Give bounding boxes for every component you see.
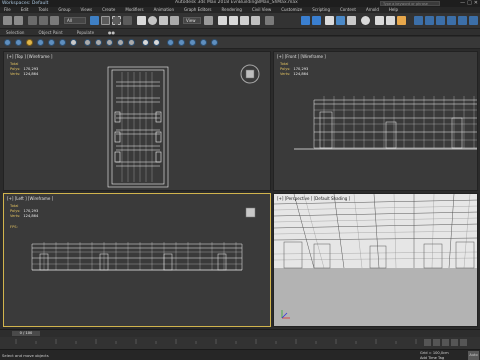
rect-select-icon[interactable] <box>112 16 121 25</box>
spinner-snap-icon[interactable] <box>251 16 260 25</box>
time-slider[interactable]: 0 / 100 <box>0 329 480 337</box>
redo-icon[interactable] <box>14 16 23 25</box>
material-editor-icon[interactable] <box>361 16 370 25</box>
create-cameras-icon[interactable] <box>37 39 44 46</box>
utilities-icon[interactable] <box>128 39 135 46</box>
percent-snap-icon[interactable] <box>240 16 249 25</box>
add-time-tag-button[interactable]: Add Time Tag <box>420 356 444 360</box>
prev-frame-icon[interactable] <box>433 339 440 346</box>
viewport-front[interactable]: [+] [Front ] [Wireframe ] Total Polys: 17… <box>273 51 478 191</box>
perspective-view-render <box>274 194 477 326</box>
ribbon-tabs: Selection Object Paint Populate ●● <box>0 29 480 36</box>
left-view-wireframe <box>31 207 256 271</box>
rendered-frame-icon[interactable] <box>386 16 395 25</box>
select-icon[interactable] <box>90 16 99 25</box>
move-icon[interactable] <box>137 16 146 25</box>
status-prompt: Select and move objects <box>2 353 49 358</box>
create-geometry-icon[interactable] <box>4 39 11 46</box>
goto-start-icon[interactable] <box>424 339 431 346</box>
rotate-icon[interactable] <box>148 16 157 25</box>
align-icon[interactable] <box>312 16 321 25</box>
viewport-left[interactable]: [+] [Left ] [Wireframe ] Total Polys: 170… <box>3 193 271 327</box>
scale-icon[interactable] <box>159 16 168 25</box>
environment-icon[interactable] <box>189 39 196 46</box>
front-view-wireframe <box>294 96 477 150</box>
search-input[interactable]: Type a keyword or phrase <box>380 1 440 6</box>
curve-editor-icon[interactable] <box>336 16 345 25</box>
viewport-config-icon[interactable] <box>142 39 149 46</box>
hierarchy-icon[interactable] <box>95 39 102 46</box>
motion-icon[interactable] <box>106 39 113 46</box>
viewport-perspective[interactable]: [+] [Perspective ] [Default Shading ] <box>273 193 478 327</box>
render-online-icon[interactable] <box>425 16 434 25</box>
goto-end-icon[interactable] <box>460 339 467 346</box>
reference-coordinate-dropdown[interactable]: View <box>183 17 201 24</box>
placement-icon[interactable] <box>170 16 179 25</box>
auto-key-button[interactable]: Auto <box>468 351 479 360</box>
viewport-top[interactable]: [+] [Top ] [Wireframe ] Total Polys: 170,… <box>3 51 271 191</box>
scene-explorer-icon[interactable] <box>458 16 467 25</box>
render-production-icon[interactable] <box>414 16 423 25</box>
create-helpers-icon[interactable] <box>48 39 55 46</box>
arnold-icon[interactable] <box>447 16 456 25</box>
tab-object-paint[interactable]: Object Paint <box>32 29 70 35</box>
angle-snap-icon[interactable] <box>229 16 238 25</box>
create-spacewarps-icon[interactable] <box>59 39 66 46</box>
window-crossing-icon[interactable] <box>123 16 132 25</box>
play-icon[interactable] <box>442 339 449 346</box>
effects-icon[interactable] <box>200 39 207 46</box>
light-lister-icon[interactable] <box>178 39 185 46</box>
selection-filter-dropdown[interactable]: All <box>64 17 86 24</box>
modify-icon[interactable] <box>84 39 91 46</box>
status-bar: Select and move objects Grid = 100,0cm A… <box>0 349 480 360</box>
render-setup-icon[interactable] <box>375 16 384 25</box>
minimize-button[interactable]: — <box>460 0 465 6</box>
workspace-selector[interactable]: Workspaces: Default <box>2 1 48 6</box>
globe-icon[interactable] <box>167 39 174 46</box>
mirror-icon[interactable] <box>301 16 310 25</box>
named-sets-icon[interactable] <box>265 16 274 25</box>
layer-icon[interactable] <box>325 16 334 25</box>
viewport-label[interactable]: [+] [Perspective ] [Default Shading ] <box>277 196 350 201</box>
close-button[interactable]: ✕ <box>474 0 478 6</box>
trackbar-ticks <box>15 339 417 344</box>
viewcube-icon[interactable] <box>245 207 256 218</box>
tab-selection[interactable]: Selection <box>0 29 32 35</box>
next-frame-icon[interactable] <box>451 339 458 346</box>
link-icon[interactable] <box>28 16 37 25</box>
display-icon[interactable] <box>117 39 124 46</box>
time-slider-frame[interactable]: 0 / 100 <box>12 331 40 336</box>
viewcube-icon[interactable] <box>240 64 260 84</box>
command-icon-strip <box>0 37 480 49</box>
main-toolbar: All View <box>0 13 480 29</box>
grid-size-readout: Grid = 100,0cm <box>420 351 449 355</box>
select-by-name-icon[interactable] <box>101 16 110 25</box>
track-bar[interactable] <box>0 337 480 349</box>
ribbon-options[interactable]: ●● <box>102 29 123 35</box>
create-lights-icon[interactable] <box>26 39 33 46</box>
tab-populate[interactable]: Populate <box>71 29 102 35</box>
exposure-icon[interactable] <box>211 39 218 46</box>
render-icon[interactable] <box>397 16 406 25</box>
toolbar-overflow-icon[interactable] <box>469 16 478 25</box>
render-iterative-icon[interactable] <box>436 16 445 25</box>
maximize-button[interactable]: □ <box>467 0 472 6</box>
app-title: Autodesk 3ds Max 2018 EvnBuilding8Max_Sh… <box>175 0 298 5</box>
unlink-icon[interactable] <box>39 16 48 25</box>
viewport-layout-icon[interactable] <box>153 39 160 46</box>
pivot-icon[interactable] <box>204 16 213 25</box>
snap-icon[interactable] <box>218 16 227 25</box>
bind-icon[interactable] <box>50 16 59 25</box>
undo-icon[interactable] <box>3 16 12 25</box>
top-view-wireframe <box>107 64 260 188</box>
title-bar: Workspaces: Default Autodesk 3ds Max 201… <box>0 0 480 7</box>
systems-icon[interactable] <box>70 39 77 46</box>
create-shapes-icon[interactable] <box>15 39 22 46</box>
schematic-icon[interactable] <box>347 16 356 25</box>
